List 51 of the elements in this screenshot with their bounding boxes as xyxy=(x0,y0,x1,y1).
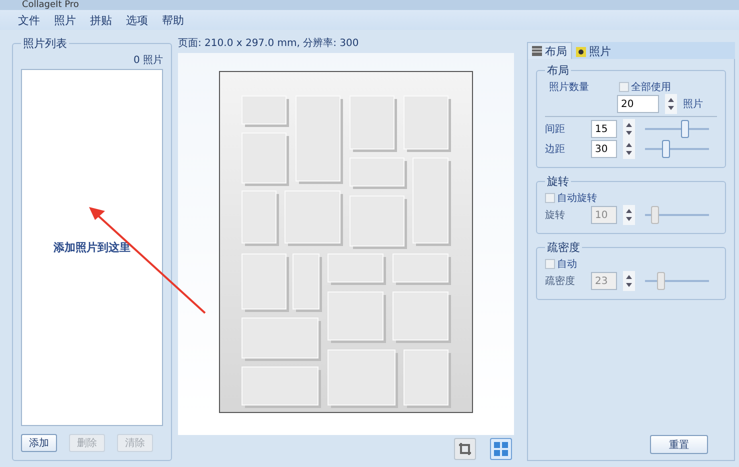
field-label: 照片数量 xyxy=(548,80,590,94)
checkbox[interactable] xyxy=(545,193,555,203)
expand-icon xyxy=(493,441,509,457)
spin-buttons[interactable] xyxy=(623,271,635,291)
slider-thumb[interactable] xyxy=(662,140,670,158)
checkbox[interactable] xyxy=(619,82,629,92)
group-title: 疏密度 xyxy=(546,240,581,255)
spin-buttons[interactable] xyxy=(623,205,635,225)
up-down-icon xyxy=(626,142,632,156)
group-title: 旋转 xyxy=(546,174,570,189)
fit-view-button[interactable] xyxy=(490,438,512,460)
up-down-icon xyxy=(626,208,632,222)
checkbox[interactable] xyxy=(545,259,555,269)
menu-item[interactable]: 拼贴 xyxy=(90,12,112,28)
menu-item[interactable]: 帮助 xyxy=(162,12,184,28)
page-info: 页面: 210.0 x 297.0 mm, 分辨率: 300 xyxy=(178,36,360,50)
slider-thumb[interactable] xyxy=(681,120,690,138)
number-field[interactable]: 30 xyxy=(591,140,617,158)
unit-label: 照片 xyxy=(683,98,703,111)
up-down-icon xyxy=(626,274,632,288)
menu-item[interactable]: 照片 xyxy=(54,12,76,28)
checkbox-label: 全部使用 xyxy=(631,80,671,94)
group-title: 照片列表 xyxy=(22,36,68,51)
crop-tool-button[interactable] xyxy=(454,438,476,460)
menu-item[interactable]: 文件 xyxy=(18,12,40,28)
photo-list[interactable]: 添加照片到这里 xyxy=(21,69,163,426)
reset-button[interactable]: 重置 xyxy=(650,435,708,454)
menu-item[interactable]: 选项 xyxy=(126,12,148,28)
photo-count: 0 照片 xyxy=(133,54,163,67)
checkbox-label: 自动 xyxy=(557,258,577,271)
tab[interactable]: 布局 xyxy=(527,42,572,59)
number-field[interactable]: 20 xyxy=(617,95,659,113)
field-label: 旋转 xyxy=(545,208,566,222)
grid-icon xyxy=(532,46,542,56)
spin-buttons[interactable] xyxy=(623,119,635,139)
checkbox-label: 自动旋转 xyxy=(557,192,597,205)
group-title: 布局 xyxy=(546,63,570,78)
spin-buttons[interactable] xyxy=(665,94,677,114)
window-title: CollageIt Pro xyxy=(22,0,79,10)
spin-buttons[interactable] xyxy=(623,139,635,159)
list-button[interactable]: 添加 xyxy=(21,434,57,452)
tab[interactable]: 照片 xyxy=(572,44,615,59)
image-icon xyxy=(576,46,586,56)
field-label: 间距 xyxy=(545,123,566,136)
up-down-icon xyxy=(668,97,674,111)
number-field[interactable]: 15 xyxy=(591,120,617,138)
field-label: 边距 xyxy=(545,142,566,156)
empty-hint: 添加照片到这里 xyxy=(54,240,130,255)
crop-icon xyxy=(458,442,472,456)
field-label: 疏密度 xyxy=(545,274,576,288)
up-down-icon xyxy=(626,122,632,136)
